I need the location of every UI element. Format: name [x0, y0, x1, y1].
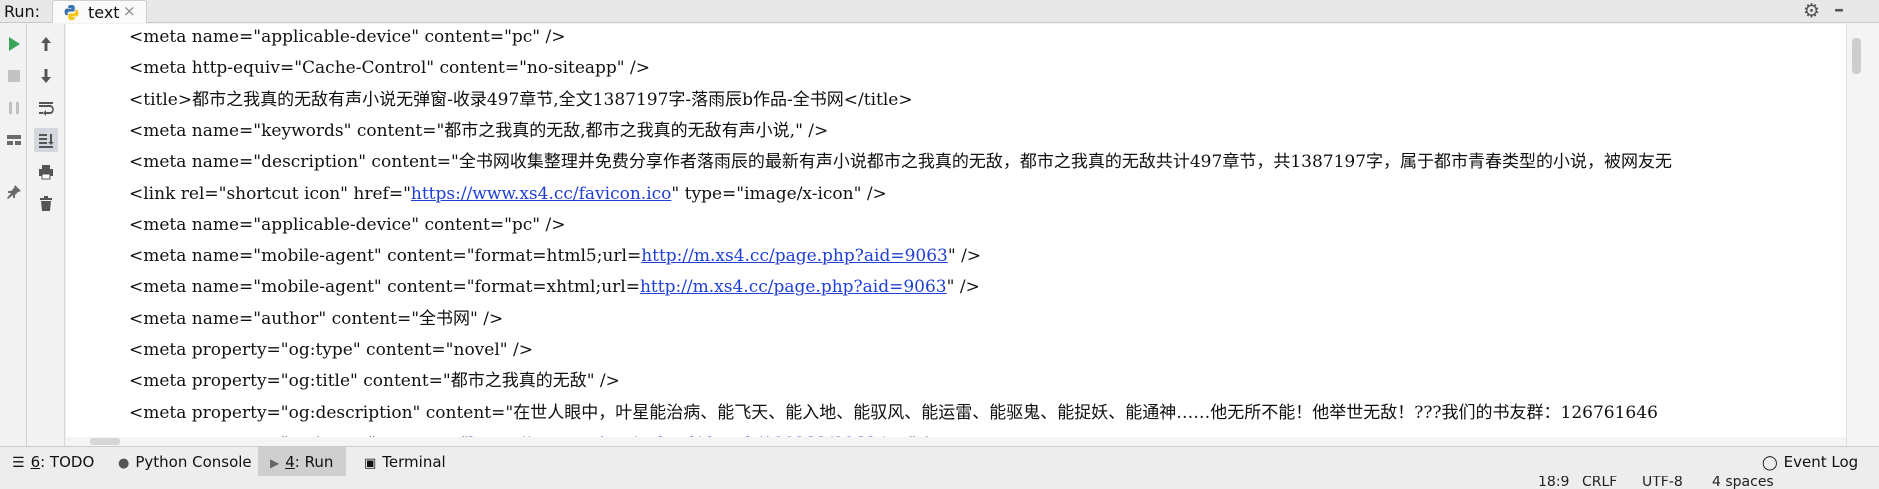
run-controls-toolbar — [0, 24, 27, 446]
file-encoding[interactable]: UTF-8 — [1642, 476, 1683, 489]
console-text: " /> — [946, 277, 980, 298]
layout-icon — [7, 135, 21, 145]
console-text: " type="image/x-icon" /> — [671, 183, 887, 204]
console-text: " /> — [947, 246, 982, 267]
console-text: <link rel="shortcut icon" href=" — [129, 183, 411, 204]
tool-window-python-console[interactable]: ● Python Console — [114, 447, 256, 477]
console-line: <meta property="og:description" content=… — [129, 399, 1658, 427]
stop-icon — [8, 70, 20, 82]
todo-label: : TODO — [40, 453, 95, 471]
console-line: <meta name="applicable-device" content="… — [129, 211, 566, 239]
horizontal-scrollbar[interactable] — [66, 437, 1846, 446]
gear-icon[interactable]: ⚙ — [1803, 0, 1820, 22]
console-text: <meta name="applicable-device" content="… — [129, 214, 566, 235]
console-link[interactable]: http://m.xs4.cc/page.php?aid=9063 — [640, 277, 947, 297]
console-line: <meta name="mobile-agent" content="forma… — [129, 273, 980, 301]
rerun-button[interactable] — [2, 32, 26, 56]
python-console-label: Python Console — [135, 453, 252, 471]
stop-button[interactable] — [2, 64, 26, 88]
python-icon — [63, 4, 80, 25]
console-line: <meta http-equiv="Cache-Control" content… — [129, 54, 650, 82]
close-icon[interactable]: × — [123, 2, 136, 20]
clear-all-button[interactable] — [34, 192, 58, 216]
console-line: <meta name="description" content="全书网收集整… — [129, 148, 1672, 176]
console-text: <meta name="mobile-agent" content="forma… — [129, 246, 642, 267]
console-line: <meta name="mobile-agent" content="forma… — [129, 242, 981, 270]
event-log-label: Event Log — [1783, 453, 1859, 471]
arrow-down-icon — [41, 69, 51, 83]
terminal-icon: ▣ — [364, 456, 377, 471]
tool-window-event-log[interactable]: ◯ Event Log — [1758, 447, 1862, 477]
console-line: <title>都市之我真的无敌有声小说无弹窗-收录497章节,全文1387197… — [129, 86, 913, 114]
console-text: <meta name="description" content="全书网收集整… — [129, 152, 1673, 173]
scroll-to-end-button[interactable] — [34, 128, 58, 152]
console-line: <meta property="og:type" content="novel"… — [129, 336, 533, 364]
console-text: <meta property="og:title" content="都市之我真… — [129, 371, 620, 392]
console-text: <meta name="applicable-device" content="… — [129, 27, 566, 47]
run-icon: ▶ — [270, 456, 280, 470]
status-bar: 18:9 CRLF UTF-8 4 spaces — [0, 476, 1879, 489]
play-icon — [9, 37, 20, 51]
pause-button[interactable] — [2, 96, 26, 120]
tool-window-terminal[interactable]: ▣ Terminal — [360, 447, 450, 477]
scroll-up-button[interactable] — [34, 32, 58, 56]
arrow-up-icon — [41, 37, 51, 51]
tool-window-todo[interactable]: ☰ 6: TODO — [8, 447, 98, 477]
scroll-down-button[interactable] — [34, 64, 58, 88]
restore-layout-button[interactable] — [2, 128, 26, 152]
console-text: <meta property="og:type" content="novel"… — [129, 340, 533, 360]
console-line: <meta property="og:title" content="都市之我真… — [129, 367, 620, 395]
console-output[interactable]: <meta name="applicable-device" content="… — [66, 24, 1846, 446]
print-icon — [39, 165, 53, 180]
horizontal-scrollbar-thumb[interactable] — [90, 438, 120, 445]
tool-window-run[interactable]: ▶ 4: Run — [258, 447, 346, 477]
soft-wrap-icon — [39, 102, 54, 116]
run-shortcut: 4 — [285, 453, 295, 471]
console-link[interactable]: https://www.xs4.cc/favicon.ico — [411, 184, 672, 204]
console-text: <meta property="og:description" content=… — [129, 402, 1658, 423]
list-icon: ☰ — [12, 455, 25, 471]
run-label-bottom: : Run — [294, 453, 334, 471]
python-console-icon: ● — [118, 456, 130, 471]
soft-wrap-button[interactable] — [34, 96, 58, 120]
console-text: <meta http-equiv="Cache-Control" content… — [129, 58, 651, 79]
console-text: <meta name="keywords" content="都市之我真的无敌,… — [129, 120, 829, 141]
trash-icon — [40, 196, 52, 211]
event-log-icon: ◯ — [1762, 455, 1778, 471]
console-text: <meta name="author" content="全书网" /> — [129, 308, 504, 329]
todo-shortcut: 6 — [30, 453, 41, 471]
pause-icon — [9, 102, 19, 114]
pin-tab-button[interactable] — [2, 180, 26, 204]
console-line: <link rel="shortcut icon" href="https://… — [129, 180, 887, 208]
console-link[interactable]: http://m.xs4.cc/page.php?aid=9063 — [641, 246, 948, 266]
console-text: <title>都市之我真的无敌有声小说无弹窗-收录497章节,全文1387197… — [129, 89, 913, 110]
console-actions-toolbar — [27, 24, 65, 446]
terminal-label: Terminal — [382, 453, 446, 471]
run-label: Run: — [4, 2, 41, 21]
minimize-icon[interactable]: – — [1834, 0, 1844, 21]
pin-icon — [7, 185, 21, 199]
indent-setting[interactable]: 4 spaces — [1712, 476, 1774, 489]
run-tab-label: text — [88, 3, 120, 22]
run-tab-text[interactable]: text × — [52, 0, 147, 23]
console-line: <meta name="applicable-device" content="… — [129, 24, 566, 51]
scroll-to-end-icon — [39, 134, 54, 148]
print-button[interactable] — [34, 160, 58, 184]
tool-window-bar: ☰ 6: TODO ● Python Console ▶ 4: Run ▣ Termin… — [0, 446, 1879, 477]
console-text: <meta name="mobile-agent" content="forma… — [129, 277, 640, 298]
console-line: <meta name="author" content="全书网" /> — [129, 305, 503, 333]
vertical-scrollbar[interactable] — [1846, 24, 1879, 446]
console-line: <meta name="keywords" content="都市之我真的无敌,… — [129, 117, 828, 145]
run-toolwindow-header: Run: text × ⚙ – — [0, 0, 1879, 23]
caret-position[interactable]: 18:9 — [1538, 476, 1569, 489]
line-separator[interactable]: CRLF — [1582, 476, 1617, 489]
vertical-scrollbar-thumb[interactable] — [1852, 38, 1861, 74]
